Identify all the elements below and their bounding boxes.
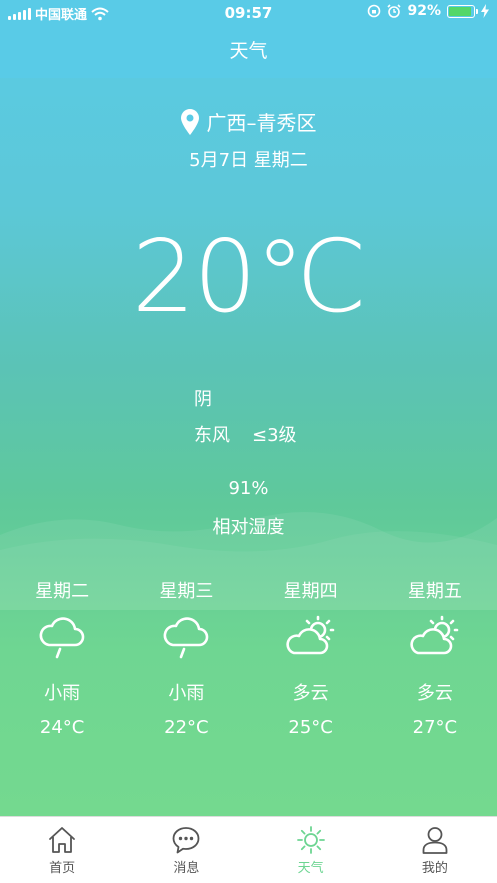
forecast-temperature: 25°C <box>288 717 333 738</box>
forecast-day: 星期三 小雨 22°C <box>124 577 248 738</box>
weather-condition: 阴 <box>194 389 212 410</box>
tab-messages[interactable]: 消息 <box>124 817 248 883</box>
battery-fill <box>449 6 472 16</box>
rotation-lock-icon <box>368 4 381 18</box>
weather-screen: 中国联通 09:57 92% 天气 广西–青秀区 5月7日 星期二 20℃ 阴 … <box>0 0 497 816</box>
humidity-label: 相对湿度 <box>212 517 285 538</box>
alarm-icon <box>387 4 402 18</box>
status-bar: 中国联通 09:57 92% <box>0 0 497 26</box>
tab-label: 消息 <box>173 861 200 876</box>
forecast-condition: 多云 <box>416 683 453 704</box>
forecast-day-name: 星期五 <box>407 581 462 602</box>
forecast-day: 星期五 多云 27°C <box>373 577 497 738</box>
forecast-condition: 小雨 <box>44 683 81 704</box>
location-label: 广西–青秀区 <box>206 111 317 135</box>
wind-info: 东风 ≤3级 <box>194 421 297 447</box>
location-pin-icon <box>180 108 199 135</box>
user-icon <box>422 827 448 854</box>
forecast-condition: 多云 <box>292 683 329 704</box>
forecast-row: 星期二 小雨 24°C 星期三 小雨 22°C 星期四 多云 25°C 星期五 … <box>0 577 497 738</box>
tab-home[interactable]: 首页 <box>0 817 124 883</box>
tab-weather[interactable]: 天气 <box>249 817 373 883</box>
wind-direction: 东风 <box>194 425 230 446</box>
forecast-day-name: 星期四 <box>283 581 338 602</box>
humidity-value: 91% <box>228 478 269 499</box>
location[interactable]: 广西–青秀区 <box>0 107 497 136</box>
page-title: 天气 <box>229 40 268 62</box>
forecast-day: 星期四 多云 25°C <box>249 577 373 738</box>
rain-cloud-icon <box>164 617 209 659</box>
forecast-day-name: 星期二 <box>35 581 90 602</box>
forecast-temperature: 22°C <box>164 717 209 738</box>
charging-icon <box>481 4 489 18</box>
home-icon <box>49 827 76 853</box>
partly-cloudy-icon <box>285 615 334 655</box>
current-date: 5月7日 星期二 <box>189 150 308 171</box>
partly-cloudy-icon <box>410 615 459 655</box>
wind-level: ≤3级 <box>252 425 297 446</box>
battery-percent: 92% <box>407 3 441 19</box>
tab-bar: 首页 消息 天气 我的 <box>0 816 497 883</box>
sun-icon <box>296 826 325 854</box>
forecast-condition: 小雨 <box>168 683 205 704</box>
forecast-day: 星期二 小雨 24°C <box>0 577 124 738</box>
battery-icon <box>447 4 478 18</box>
rain-cloud-icon <box>39 617 85 659</box>
current-temperature: 20℃ <box>131 218 368 335</box>
forecast-day-name: 星期三 <box>159 581 214 602</box>
tab-label: 首页 <box>49 861 76 876</box>
tab-profile[interactable]: 我的 <box>373 817 497 883</box>
forecast-temperature: 24°C <box>39 717 85 738</box>
message-icon <box>172 827 200 854</box>
forecast-temperature: 27°C <box>412 717 458 738</box>
tab-label: 天气 <box>297 861 324 876</box>
tab-label: 我的 <box>421 861 448 876</box>
